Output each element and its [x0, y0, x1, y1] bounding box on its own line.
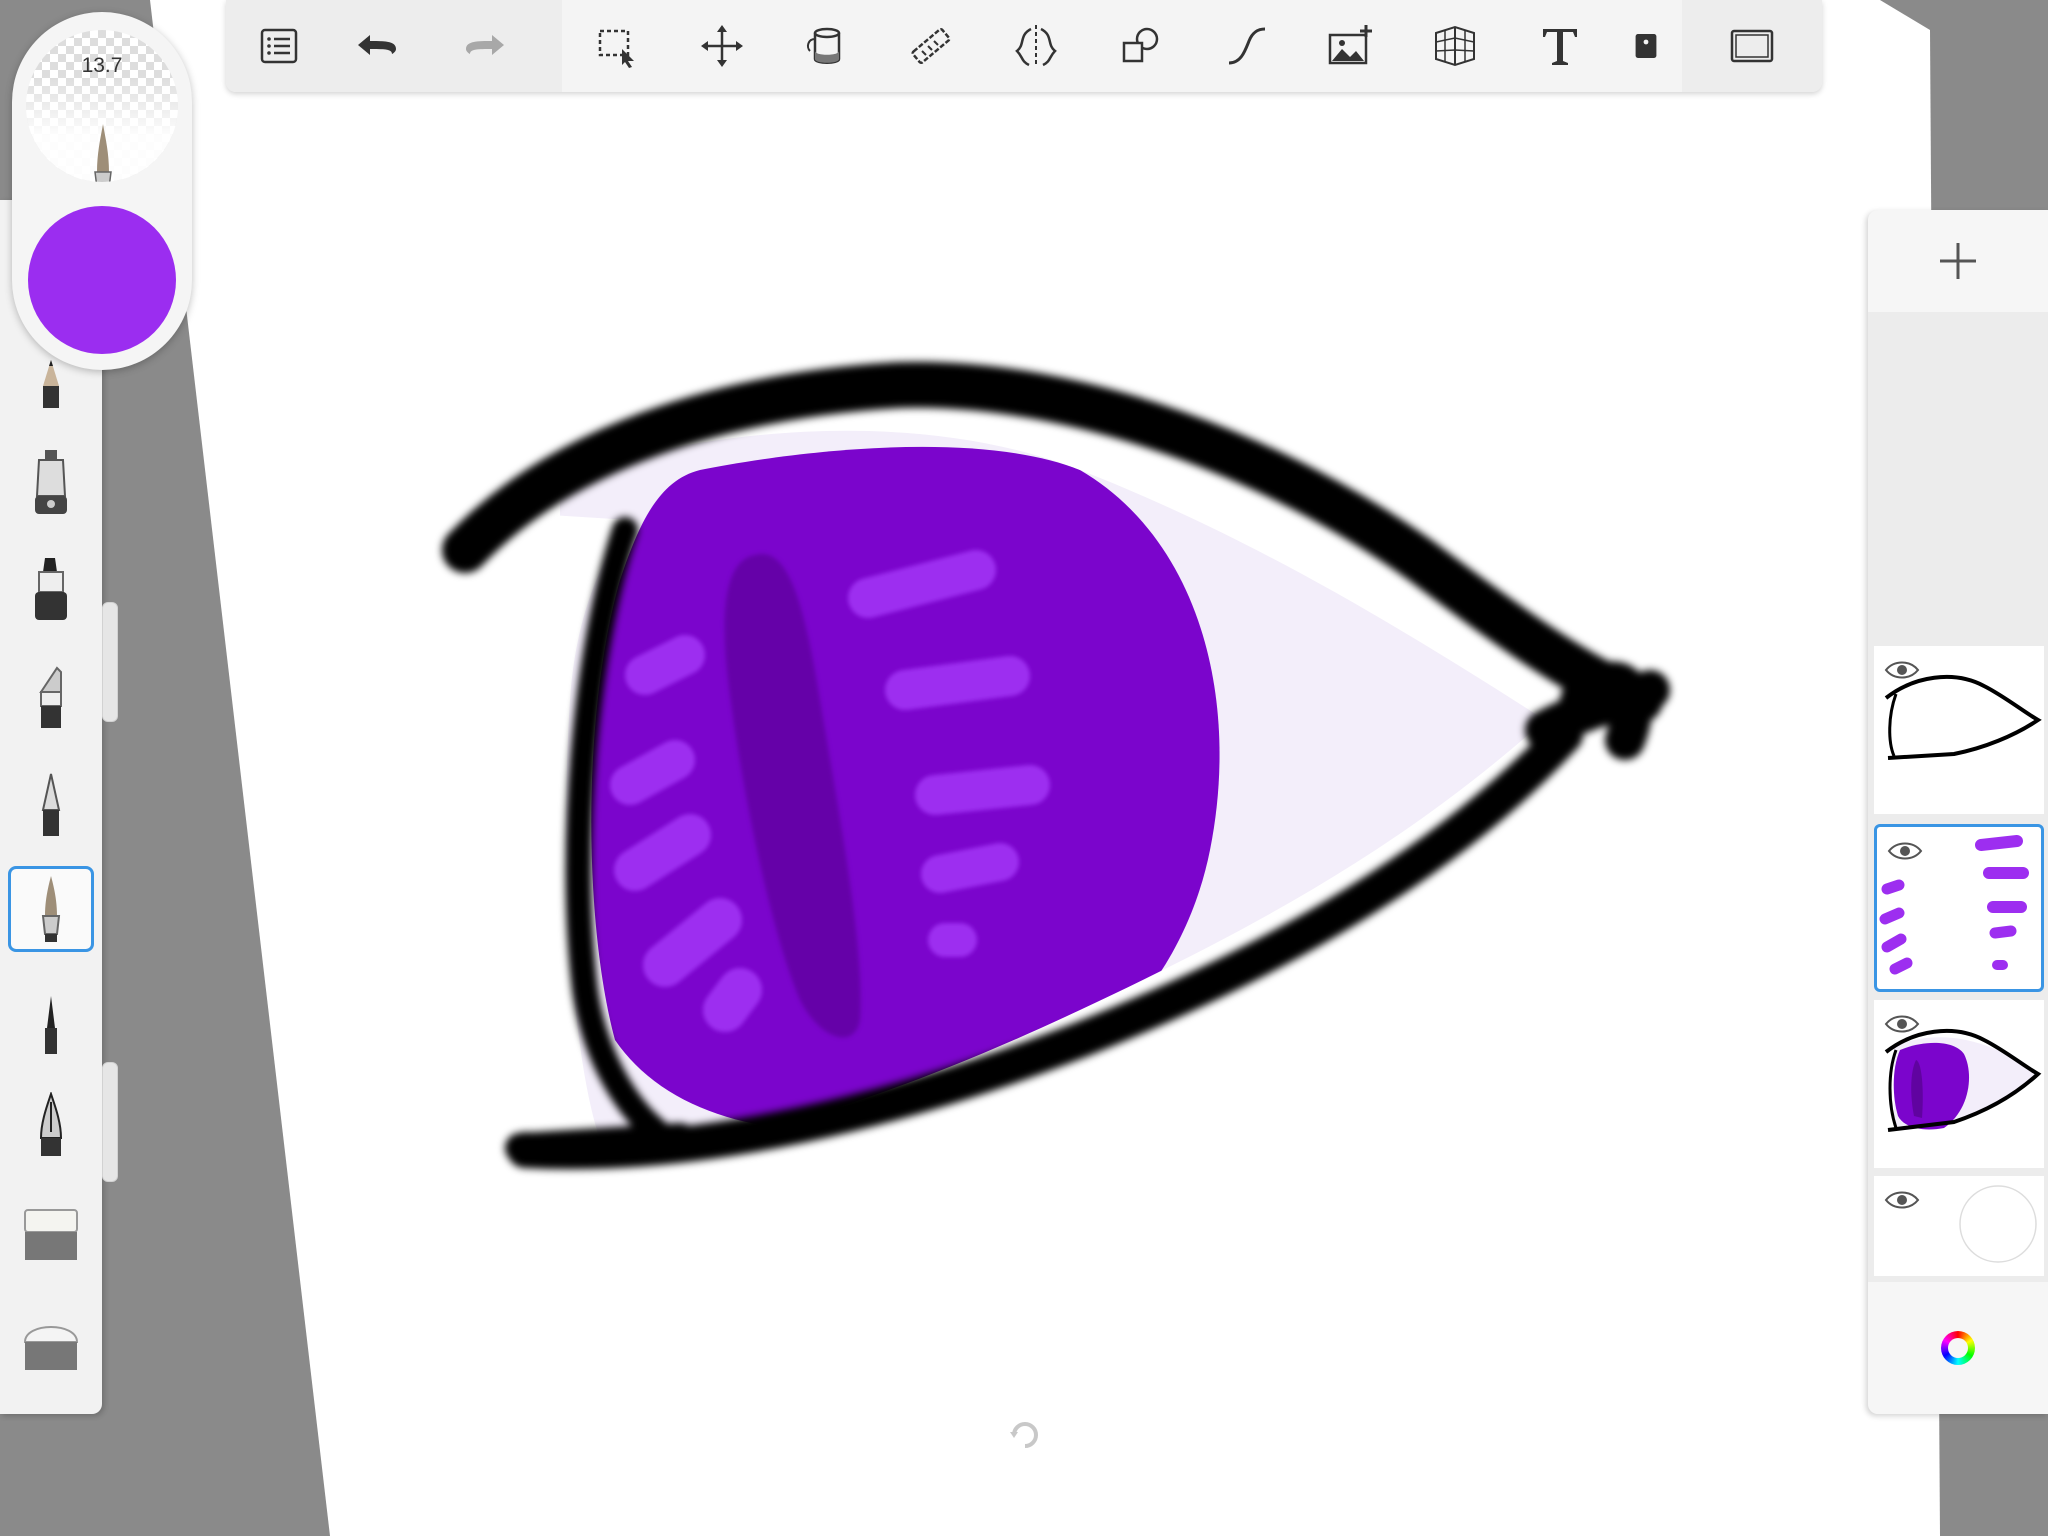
brush-size-preview[interactable]: 13.7	[26, 30, 178, 182]
canvas-rotate-handle-icon[interactable]	[1008, 1418, 1042, 1452]
perspective-icon	[1435, 25, 1476, 67]
add-image-icon	[1328, 25, 1372, 65]
brush-paint-brush[interactable]	[8, 866, 94, 952]
toolbar-left-group	[226, 0, 562, 92]
brush-panel-scrollbar-upper[interactable]	[102, 602, 118, 722]
symmetry-button[interactable]	[997, 7, 1075, 85]
fineliner-icon	[45, 996, 57, 1054]
fullscreen-button[interactable]	[1713, 7, 1791, 85]
guide-button[interactable]	[1626, 7, 1666, 85]
paint-brush-tip-icon	[94, 124, 112, 182]
curve-icon	[1228, 27, 1265, 65]
add-image-button[interactable]	[1312, 7, 1390, 85]
hard-eraser-icon	[23, 1326, 79, 1370]
brush-puck: 13.7	[12, 12, 192, 370]
layer-visibility-eye-icon[interactable]	[1884, 1012, 1920, 1036]
brush-panel-scrollbar-lower[interactable]	[102, 1062, 118, 1182]
brush-hard-eraser[interactable]	[8, 1300, 94, 1386]
transform-icon	[700, 25, 743, 67]
color-wheel-button[interactable]	[1868, 1282, 2048, 1414]
marker-icon	[35, 558, 67, 620]
layer-visibility-eye-icon[interactable]	[1884, 1188, 1920, 1212]
layer-visibility-eye-icon[interactable]	[1887, 839, 1923, 863]
layer-outline[interactable]	[1874, 646, 2044, 814]
brush-fountain-pen[interactable]	[8, 1084, 94, 1170]
brush-size-label: 13.7	[81, 54, 123, 77]
brush-fineliner[interactable]	[8, 980, 94, 1066]
selection-button[interactable]	[578, 7, 656, 85]
ruler-icon	[911, 27, 951, 65]
undo-icon	[358, 35, 396, 55]
fill-button[interactable]	[788, 7, 866, 85]
toolbar-tools-group	[562, 0, 1682, 92]
paint-brush-icon	[41, 876, 61, 942]
shapes-icon	[1122, 27, 1159, 63]
drawing-canvas[interactable]	[0, 0, 2048, 1536]
layer-visibility-eye-icon[interactable]	[1884, 658, 1920, 682]
airbrush-icon	[35, 450, 67, 514]
perspective-button[interactable]	[1416, 7, 1494, 85]
fill-bucket-icon	[806, 27, 840, 64]
brush-marker[interactable]	[8, 546, 94, 632]
shapes-button[interactable]	[1102, 7, 1180, 85]
layer-background[interactable]	[1874, 1176, 2044, 1276]
toolbar-right-group	[1682, 0, 1822, 92]
brush-airbrush[interactable]	[8, 440, 94, 526]
ruler-button[interactable]	[892, 7, 970, 85]
brush-chisel-marker[interactable]	[8, 654, 94, 740]
soft-eraser-icon	[24, 1209, 78, 1260]
transform-button[interactable]	[683, 7, 761, 85]
guide-icon	[1635, 34, 1657, 58]
undo-button[interactable]	[338, 7, 416, 85]
fullscreen-icon	[1730, 29, 1774, 63]
layers-panel	[1868, 210, 2048, 1414]
ballpoint-pen-icon	[41, 773, 61, 836]
chisel-marker-icon	[39, 666, 62, 728]
layer-eye-color[interactable]	[1874, 1000, 2044, 1168]
menu-button[interactable]	[240, 7, 318, 85]
layer-highlights[interactable]	[1874, 824, 2044, 992]
plus-icon	[1940, 243, 1976, 279]
brush-soft-eraser[interactable]	[8, 1190, 94, 1276]
curve-button[interactable]	[1207, 7, 1285, 85]
brush-ballpoint-pen[interactable]	[8, 762, 94, 848]
current-color-swatch[interactable]	[28, 206, 176, 354]
redo-button[interactable]	[446, 7, 524, 85]
redo-icon	[466, 35, 504, 55]
symmetry-icon	[1015, 25, 1058, 67]
text-button[interactable]	[1521, 7, 1599, 85]
workspace	[0, 0, 2048, 1536]
menu-icon	[260, 28, 298, 64]
fountain-pen-icon	[39, 1092, 63, 1156]
brush-library-panel	[0, 200, 102, 1414]
add-layer-button[interactable]	[1868, 210, 2048, 312]
selection-icon	[598, 29, 634, 68]
color-wheel-icon	[1941, 1331, 1975, 1365]
text-icon	[1543, 29, 1578, 65]
top-toolbar	[226, 0, 1822, 92]
